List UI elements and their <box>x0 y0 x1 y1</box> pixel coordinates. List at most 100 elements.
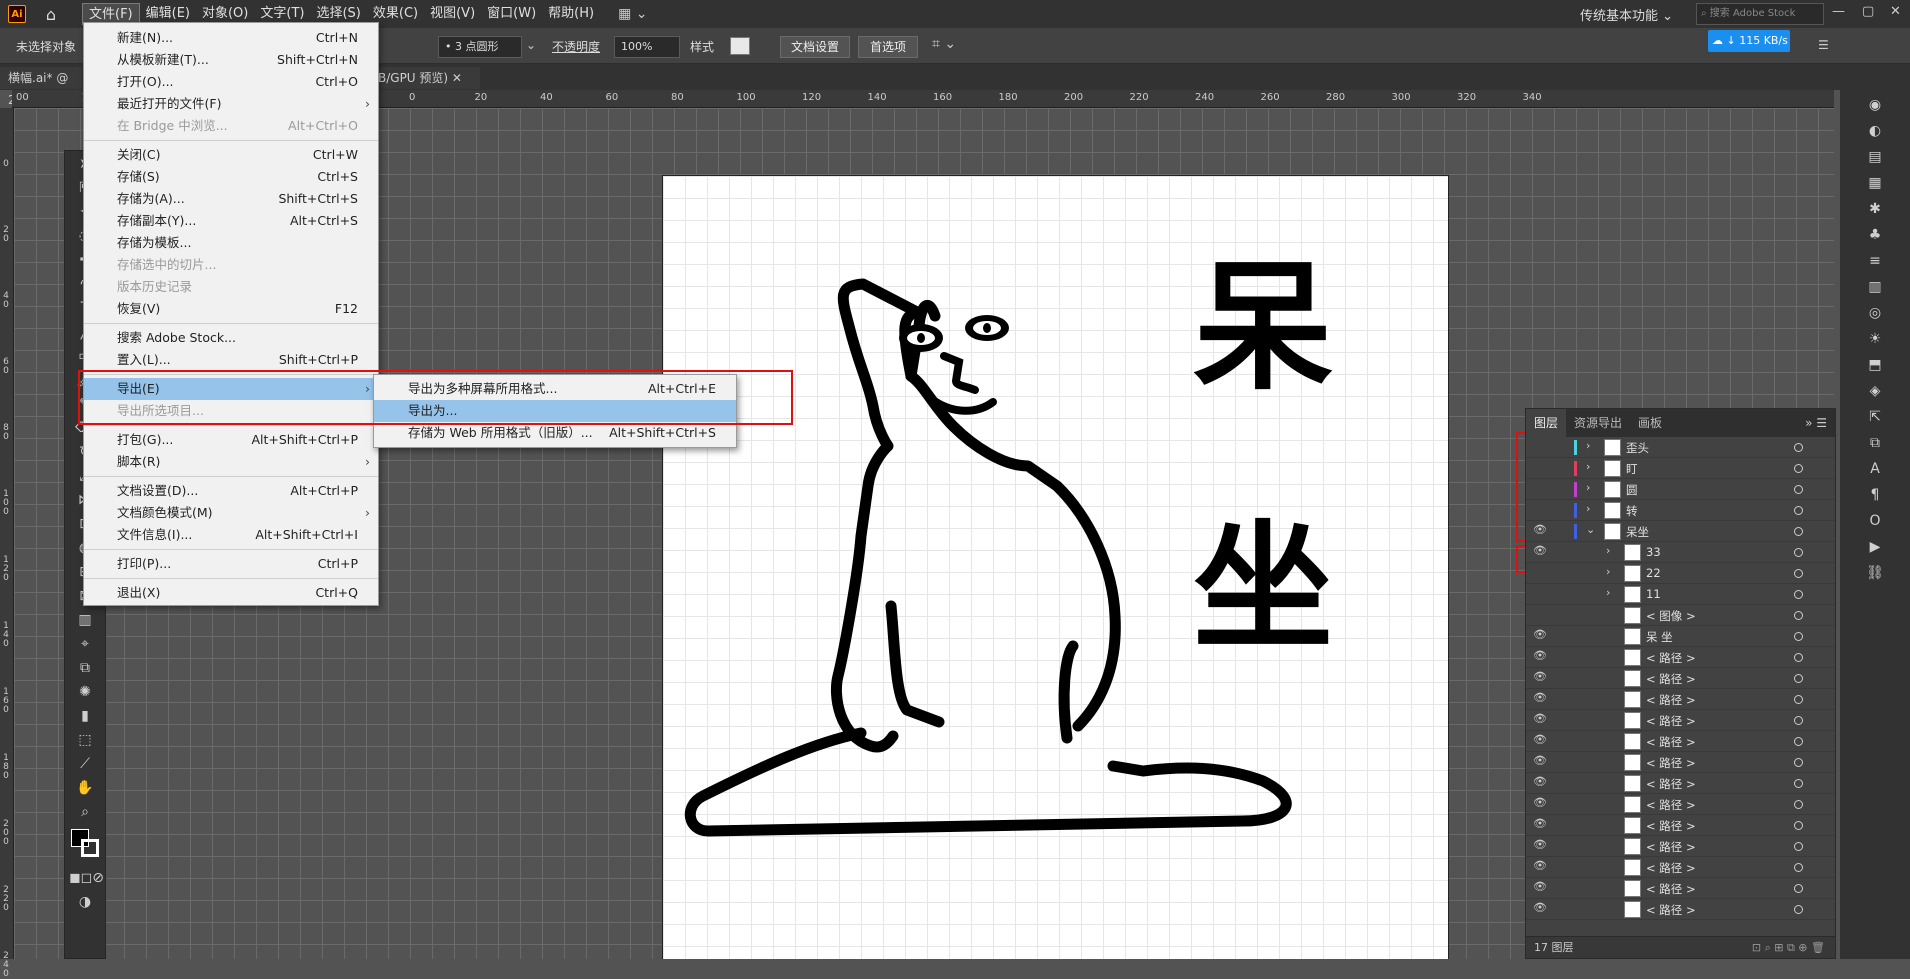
menu-item-document-color-mode[interactable]: 文档颜色模式(M) › <box>84 502 378 524</box>
brush-select[interactable]: • 3 点圆形 <box>438 36 522 58</box>
expand-chevron-icon[interactable]: › <box>1586 439 1590 452</box>
eye-icon[interactable]: 👁 <box>1532 754 1548 767</box>
graphic-styles-icon[interactable]: ⬒ <box>1864 354 1886 376</box>
layer-row[interactable]: < 图像 > <box>1526 605 1835 626</box>
eye-icon[interactable]: 👁 <box>1532 901 1548 914</box>
layer-row[interactable]: › 22 <box>1526 563 1835 584</box>
layer-row[interactable]: 👁 < 路径 > <box>1526 794 1835 815</box>
layer-row[interactable]: 👁 < 路径 > <box>1526 710 1835 731</box>
eye-icon[interactable]: 👁 <box>1532 523 1548 536</box>
tab-asset-export[interactable]: 资源导出 <box>1566 409 1630 437</box>
menu-item-file-info[interactable]: 文件信息(I)... Alt+Shift+Ctrl+I <box>84 524 378 546</box>
target-circle-icon[interactable] <box>1794 695 1803 704</box>
eye-icon[interactable]: 👁 <box>1532 712 1548 725</box>
tab-layers[interactable]: 图层 <box>1526 409 1567 437</box>
menu-item-save[interactable]: 存储(S) Ctrl+S <box>84 166 378 188</box>
target-circle-icon[interactable] <box>1794 548 1803 557</box>
eye-icon[interactable]: 👁 <box>1532 649 1548 662</box>
stroke-swatch[interactable] <box>81 839 99 857</box>
style-swatch[interactable] <box>730 37 750 55</box>
target-circle-icon[interactable] <box>1794 758 1803 767</box>
expand-chevron-icon[interactable]: › <box>1586 502 1590 515</box>
color-icon[interactable]: ◉ <box>1864 94 1886 116</box>
brush-chevron-icon[interactable]: ⌄ <box>526 38 536 52</box>
eye-icon[interactable]: 👁 <box>1532 838 1548 851</box>
preferences-button[interactable]: 首选项 <box>858 36 918 58</box>
menu-item-open[interactable]: 打开(O)... Ctrl+O <box>84 71 378 93</box>
menu-item-save-template[interactable]: 存储为模板... <box>84 232 378 254</box>
layer-row[interactable]: › 盯 <box>1526 458 1835 479</box>
layer-row[interactable]: › 歪头 <box>1526 437 1835 458</box>
layers-icon[interactable]: ◈ <box>1864 380 1886 402</box>
layer-row[interactable]: 👁 < 路径 > <box>1526 647 1835 668</box>
expand-chevron-icon[interactable]: › <box>1606 565 1610 578</box>
layer-row[interactable]: › 转 <box>1526 500 1835 521</box>
layer-row[interactable]: 👁 < 路径 > <box>1526 668 1835 689</box>
layer-row[interactable]: 👁 < 路径 > <box>1526 752 1835 773</box>
target-circle-icon[interactable] <box>1794 632 1803 641</box>
target-circle-icon[interactable] <box>1794 884 1803 893</box>
target-circle-icon[interactable] <box>1794 863 1803 872</box>
layer-row[interactable]: 👁 < 路径 > <box>1526 689 1835 710</box>
symbols-icon[interactable]: ♣ <box>1864 224 1886 246</box>
close-button[interactable]: ✕ <box>1890 4 1901 19</box>
eye-icon[interactable]: 👁 <box>1532 628 1548 641</box>
expand-chevron-icon[interactable]: › <box>1606 544 1610 557</box>
target-circle-icon[interactable] <box>1794 674 1803 683</box>
maximize-button[interactable]: ▢ <box>1862 4 1874 19</box>
menu-item-close[interactable]: 关闭(C) Ctrl+W <box>84 144 378 166</box>
layer-row[interactable]: 👁 < 路径 > <box>1526 815 1835 836</box>
target-circle-icon[interactable] <box>1794 485 1803 494</box>
expand-chevron-icon[interactable]: › <box>1606 586 1610 599</box>
target-circle-icon[interactable] <box>1794 464 1803 473</box>
swatches-icon[interactable]: ▦ <box>1864 172 1886 194</box>
menu-item-save-copy[interactable]: 存储副本(Y)... Alt+Ctrl+S <box>84 210 378 232</box>
symbol-sprayer-icon[interactable]: ✺ <box>69 681 101 703</box>
target-circle-icon[interactable] <box>1794 443 1803 452</box>
fill-stroke-swatches[interactable] <box>69 827 101 863</box>
artboard-tool-icon[interactable]: ⬚ <box>69 729 101 751</box>
column-graph-icon[interactable]: ▮ <box>69 705 101 727</box>
layer-row[interactable]: 👁 < 路径 > <box>1526 773 1835 794</box>
menu-item-scripts[interactable]: 脚本(R) › <box>84 451 378 473</box>
target-circle-icon[interactable] <box>1794 527 1803 536</box>
layer-row[interactable]: › 圆 <box>1526 479 1835 500</box>
tab-document-2[interactable]: B/GPU 预览) ✕ <box>370 67 480 89</box>
layer-row[interactable]: 👁 < 路径 > <box>1526 857 1835 878</box>
links-icon[interactable]: ⛓ <box>1864 562 1886 584</box>
layer-row[interactable]: 👁 < 路径 > <box>1526 836 1835 857</box>
menu-view[interactable]: 视图(V) <box>424 3 481 25</box>
target-circle-icon[interactable] <box>1794 716 1803 725</box>
artboard[interactable]: 呆 坐 <box>662 175 1449 959</box>
workspace-switcher[interactable]: 传统基本功能 ⌄ <box>1580 5 1673 24</box>
gradient-icon[interactable]: ▥ <box>69 609 101 631</box>
color-mode-icons[interactable]: ◼◻⊘ <box>69 867 104 889</box>
appearance-icon[interactable]: ☀ <box>1864 328 1886 350</box>
layer-row[interactable]: 👁 ⌄ 呆坐 <box>1526 521 1835 542</box>
opentype-icon[interactable]: O <box>1864 510 1886 532</box>
menu-item-open-recent[interactable]: 最近打开的文件(F) › <box>84 93 378 115</box>
menu-help[interactable]: 帮助(H) <box>542 3 600 25</box>
zoom-tool-icon[interactable]: ⌕ <box>69 801 101 823</box>
hand-tool-icon[interactable]: ✋ <box>69 777 101 799</box>
target-circle-icon[interactable] <box>1794 611 1803 620</box>
minimize-button[interactable]: — <box>1832 4 1845 19</box>
menu-item-place[interactable]: 置入(L)... Shift+Ctrl+P <box>84 349 378 371</box>
eye-icon[interactable]: 👁 <box>1532 691 1548 704</box>
close-tab-icon[interactable]: ✕ <box>452 71 462 85</box>
target-circle-icon[interactable] <box>1794 506 1803 515</box>
target-circle-icon[interactable] <box>1794 653 1803 662</box>
align-options-icon[interactable]: ⌗ ⌄ <box>932 36 956 52</box>
layer-row[interactable]: 👁 呆 坐 <box>1526 626 1835 647</box>
home-icon[interactable]: ⌂ <box>40 3 62 25</box>
paragraph-icon[interactable]: ¶ <box>1864 484 1886 506</box>
target-circle-icon[interactable] <box>1794 569 1803 578</box>
stock-search-input[interactable]: ⌕ 搜索 Adobe Stock <box>1696 3 1824 25</box>
menu-item-package[interactable]: 打包(G)... Alt+Shift+Ctrl+P <box>84 429 378 451</box>
arrange-documents-icon[interactable]: ▦ ⌄ <box>618 6 647 22</box>
eye-icon[interactable]: 👁 <box>1532 775 1548 788</box>
eyedropper-icon[interactable]: ⌖ <box>69 633 101 655</box>
layer-row[interactable]: 👁 < 路径 > <box>1526 899 1835 920</box>
artboards-icon[interactable]: ⧉ <box>1864 432 1886 454</box>
stroke-icon[interactable]: ≡ <box>1864 250 1886 272</box>
